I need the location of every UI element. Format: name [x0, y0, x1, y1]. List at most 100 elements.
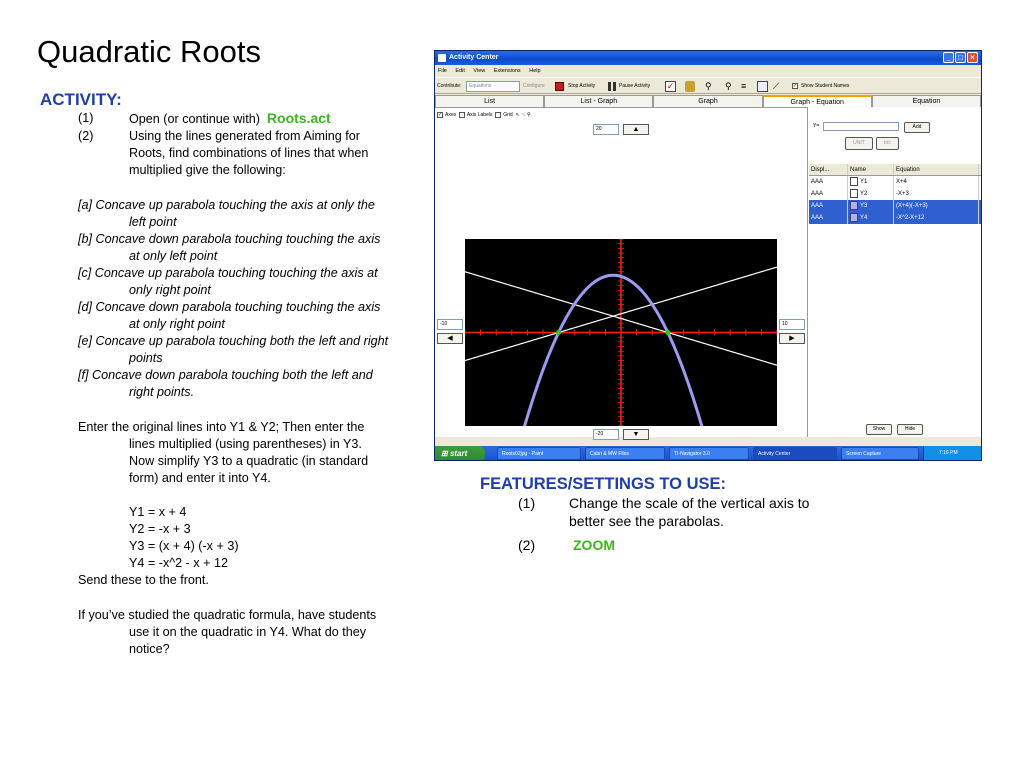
- taskbar-item-activity-center[interactable]: Activity Center: [753, 447, 837, 460]
- case-line: [a] Concave up parabola touching the axi…: [78, 198, 375, 212]
- taskbar-item-screen-capture[interactable]: Screen Capture: [841, 447, 919, 460]
- right-arrow-icon[interactable]: ▶: [779, 333, 805, 344]
- color-swatch[interactable]: [850, 188, 858, 198]
- left-arrow-icon[interactable]: ◀: [437, 333, 463, 344]
- col-display[interactable]: Displ...: [809, 164, 848, 175]
- tab-list[interactable]: List: [435, 95, 545, 107]
- axes-checkbox[interactable]: ✓: [437, 111, 443, 118]
- xmin-field[interactable]: -10: [437, 319, 463, 330]
- taskbar-item-navigator[interactable]: TI-Navigator 3.0: [669, 447, 749, 460]
- taskbar-item-paint[interactable]: Roots02jpg - Paint: [497, 447, 581, 460]
- maximize-icon[interactable]: □: [955, 52, 966, 63]
- case-line: points: [129, 351, 163, 365]
- pause-icon[interactable]: [608, 82, 611, 91]
- grid-checkbox[interactable]: [495, 111, 502, 118]
- feature-number: (2): [518, 537, 536, 553]
- col-equation[interactable]: Equation: [894, 164, 979, 175]
- case-list: [a] Concave up parabola touching the axi…: [78, 197, 388, 401]
- fraction-icon[interactable]: b/c: [876, 137, 899, 150]
- axes: [465, 239, 777, 426]
- plot-icon[interactable]: ⟋: [773, 78, 779, 95]
- zoom-in-icon[interactable]: ⚲: [705, 78, 712, 95]
- step-line: Using the lines generated from Aiming fo…: [129, 129, 361, 143]
- menu-file[interactable]: File: [438, 68, 447, 74]
- stop-activity-button[interactable]: Stop Activity: [568, 78, 595, 95]
- pointer-icon[interactable]: ⇖: [516, 112, 520, 118]
- feature-number: (1): [518, 495, 536, 511]
- case-line: [b] Concave down parabola touching touch…: [78, 232, 381, 246]
- equation-pane: Y= Add UNIT b/c Displ... Name Equation A…: [807, 107, 981, 437]
- graph-icon[interactable]: [757, 81, 768, 92]
- tab-equation[interactable]: Equation: [871, 95, 981, 107]
- ymin-field[interactable]: -20: [593, 429, 619, 440]
- table-row[interactable]: AAA Y3 (X+4)(-X+3): [809, 200, 981, 212]
- series-line-3: [523, 273, 704, 426]
- color-swatch[interactable]: [850, 212, 858, 222]
- row-display: AAA: [809, 188, 848, 200]
- equation-list: Y1 = x + 4 Y2 = -x + 3 Y3 = (x + 4) (-x …: [129, 504, 239, 572]
- case-item: [d] Concave down parabola touching touch…: [78, 299, 388, 333]
- menu-edit[interactable]: Edit: [455, 68, 464, 74]
- window-settings-icon[interactable]: ≡: [741, 78, 746, 95]
- table-row[interactable]: AAA Y4 -X^2-X+12: [809, 212, 981, 224]
- toolbar: Contribute: Equations Configure Stop Act…: [435, 77, 981, 94]
- graph-canvas[interactable]: [465, 239, 777, 426]
- axes-label: Axes: [445, 112, 457, 118]
- activity-heading: ACTIVITY:: [40, 90, 122, 109]
- menu-view[interactable]: View: [473, 68, 485, 74]
- menu-help[interactable]: Help: [529, 68, 540, 74]
- cube-icon[interactable]: [685, 81, 695, 92]
- case-line: at only left point: [129, 249, 218, 263]
- case-item: [a] Concave up parabola touching the axi…: [78, 197, 388, 231]
- equation: Y3 = (x + 4) (-x + 3): [129, 539, 239, 553]
- color-swatch[interactable]: [850, 176, 858, 186]
- up-arrow-icon[interactable]: ▲: [623, 124, 649, 135]
- root-point: [665, 330, 671, 335]
- color-swatch[interactable]: [850, 200, 858, 210]
- check-icon[interactable]: ✓: [665, 81, 676, 92]
- zoom-out-icon[interactable]: ⚲: [725, 78, 732, 95]
- show-names-checkbox[interactable]: ✓: [792, 83, 798, 89]
- unit-button[interactable]: UNIT: [845, 137, 873, 150]
- window-title: Activity Center: [449, 54, 499, 61]
- row-name-text: Y2: [860, 191, 868, 197]
- row-display: AAA: [809, 200, 848, 212]
- tab-graph[interactable]: Graph: [653, 95, 763, 107]
- ymax-field[interactable]: 20: [593, 124, 619, 135]
- row-name: Y1: [848, 176, 894, 188]
- add-button[interactable]: Add: [904, 122, 930, 133]
- axis-labels-label: Axis Labels: [466, 112, 493, 118]
- hand-icon[interactable]: ☜: [521, 112, 525, 118]
- xmax-field[interactable]: 10: [779, 319, 805, 330]
- pause-activity-button[interactable]: Pause Activity: [619, 78, 650, 95]
- magnify-icon[interactable]: ⚲: [527, 112, 531, 118]
- menu-extensions[interactable]: Extensions: [494, 68, 521, 74]
- equation-input[interactable]: [823, 122, 899, 131]
- minimize-icon[interactable]: _: [943, 52, 954, 63]
- tab-graph-equation[interactable]: Graph - Equation: [762, 95, 872, 107]
- configure-button[interactable]: Configure: [523, 78, 545, 95]
- roots-act-file: Roots.act: [266, 110, 331, 126]
- axis-labels-checkbox[interactable]: [458, 111, 465, 118]
- close-icon[interactable]: ×: [967, 52, 978, 63]
- instruction-line: lines multiplied (using parentheses) in …: [129, 437, 362, 451]
- zoom-feature: ZOOM: [573, 537, 615, 553]
- col-name[interactable]: Name: [848, 164, 894, 175]
- taskbar-item-files[interactable]: Cabri & MW Files: [585, 447, 665, 460]
- table-row[interactable]: AAA Y2 -X+3: [809, 188, 981, 200]
- case-line: left point: [129, 215, 177, 229]
- hide-button[interactable]: Hide: [897, 424, 923, 435]
- system-tray: 7:16 PM: [923, 446, 981, 460]
- tab-list-graph[interactable]: List - Graph: [544, 95, 654, 107]
- table-row[interactable]: AAA Y1 X+4: [809, 176, 981, 188]
- start-label: start: [449, 449, 468, 458]
- show-button[interactable]: Show: [866, 424, 892, 435]
- contribute-select[interactable]: Equations: [466, 81, 520, 92]
- start-button[interactable]: ⊞ start: [435, 446, 485, 460]
- stop-icon[interactable]: [555, 82, 564, 91]
- step-line: multiplied give the following:: [129, 163, 286, 177]
- row-display: AAA: [809, 176, 848, 188]
- table-header: Displ... Name Equation: [809, 164, 981, 176]
- down-arrow-icon[interactable]: ▼: [623, 429, 649, 440]
- contribute-label: Contribute:: [437, 83, 462, 89]
